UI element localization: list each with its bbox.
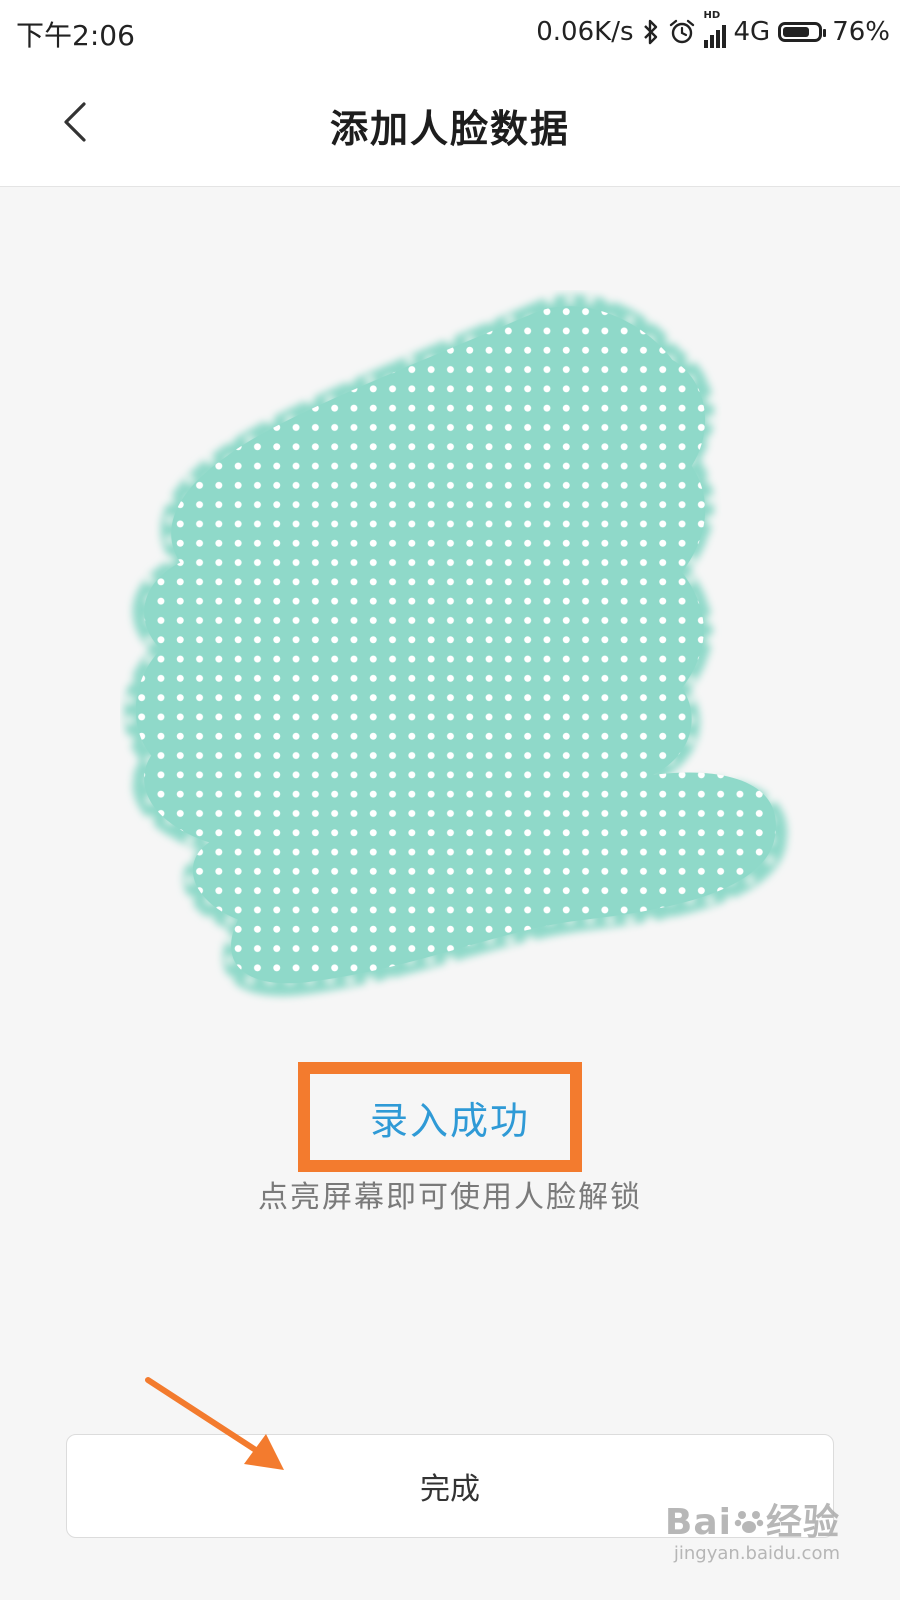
face-scan-illustration: [120, 290, 800, 1020]
hd-label: HD: [703, 10, 721, 21]
alarm-icon: [668, 18, 696, 46]
signal-icon: HD: [703, 10, 726, 48]
bluetooth-icon: [642, 18, 660, 46]
arrow-annotation-icon: [140, 1372, 300, 1486]
network-type: 4G: [733, 17, 771, 47]
status-icons: 0.06K/s HD 4G 76%: [536, 10, 890, 50]
page-title: 添加人脸数据: [329, 107, 570, 151]
watermark-brand: Bai 经验: [665, 1493, 840, 1545]
status-bar: 下午2:06 0.06K/s HD 4G 76%: [0, 0, 900, 64]
unlock-hint-text: 点亮屏幕即可使用人脸解锁: [258, 1180, 642, 1215]
battery-fill: [783, 27, 810, 37]
net-speed: 0.06K/s: [536, 17, 634, 47]
watermark-url: jingyan.baidu.com: [673, 1543, 840, 1564]
watermark-brand-right: 经验: [765, 1502, 840, 1543]
baidu-watermark: Bai 经验 jingyan.baidu.com: [665, 1493, 840, 1564]
battery-icon: [778, 22, 827, 42]
watermark-brand-left: Bai: [664, 1502, 732, 1543]
title-bar: 添加人脸数据: [0, 64, 900, 187]
enroll-success-label: 录入成功: [369, 1099, 530, 1143]
battery-percent: 76%: [832, 17, 890, 47]
paw-icon: [734, 1504, 764, 1545]
status-time: 下午2:06: [16, 19, 135, 52]
